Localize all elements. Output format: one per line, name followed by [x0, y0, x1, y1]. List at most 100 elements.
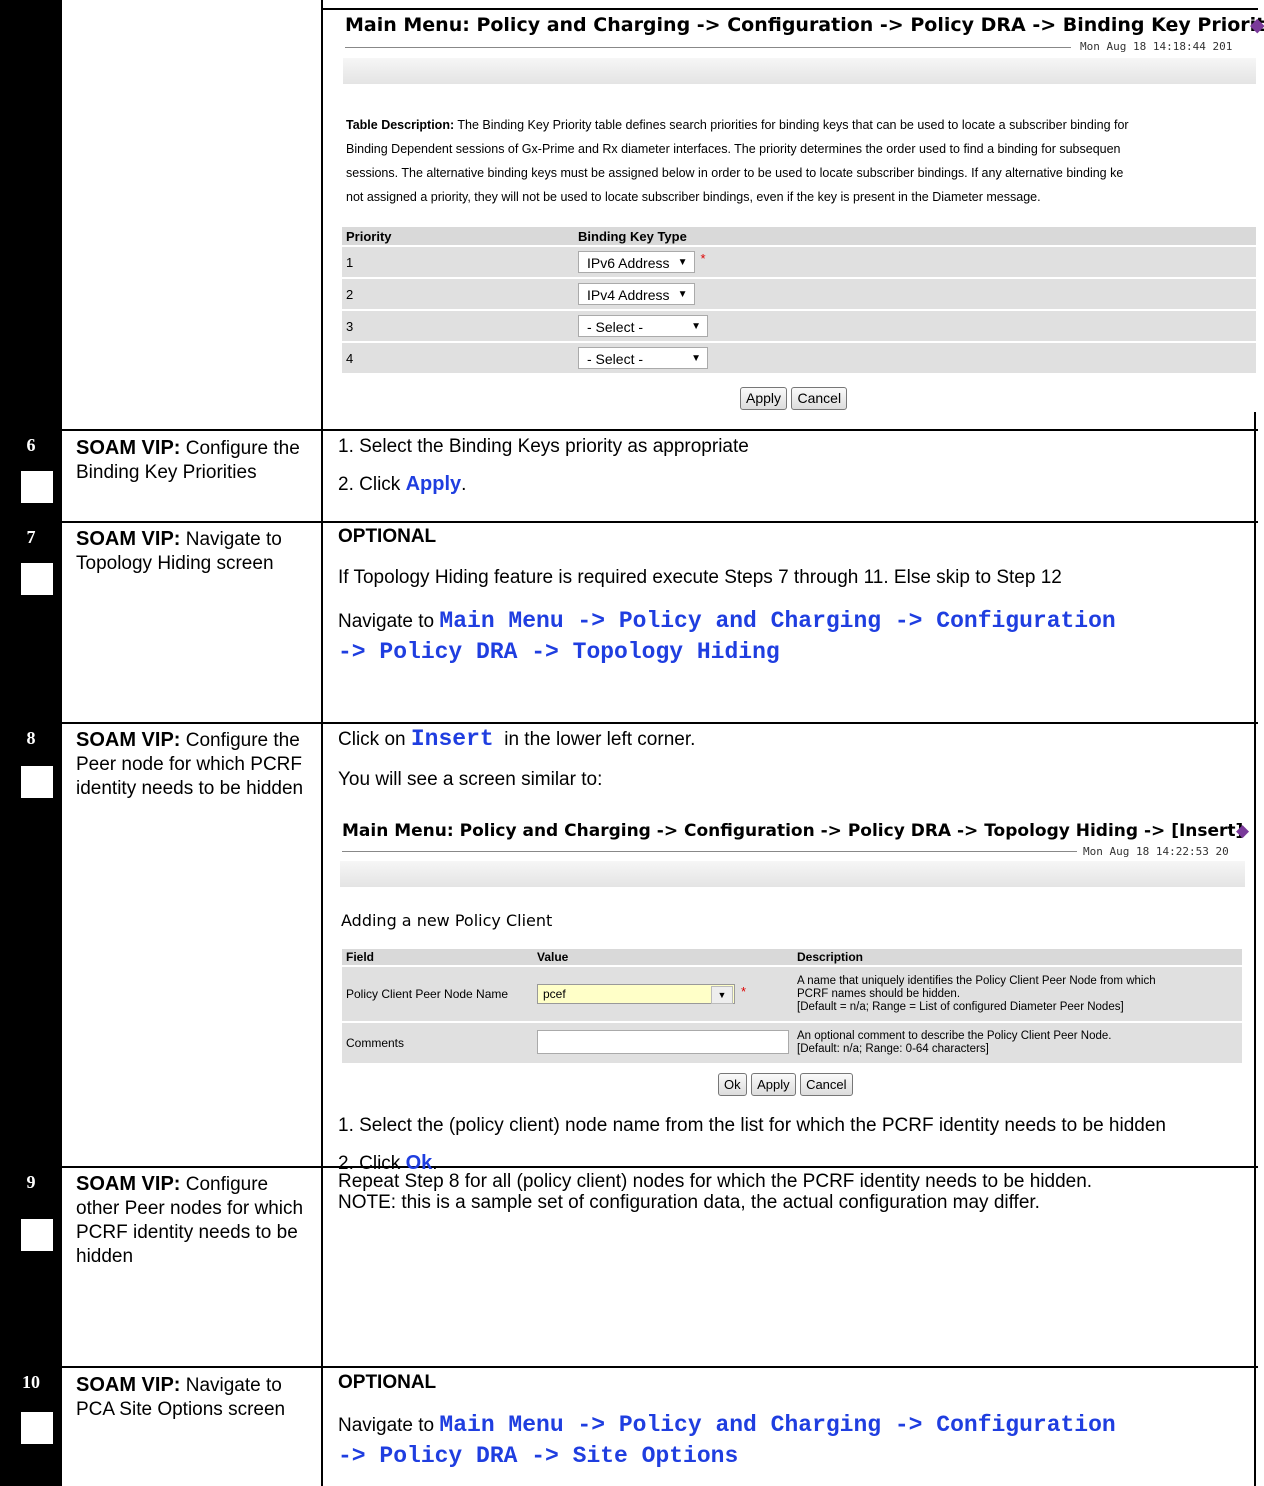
- header-priority: Priority: [342, 227, 574, 245]
- insert-command: Insert: [410, 726, 494, 752]
- step-checkbox[interactable]: [21, 1412, 53, 1444]
- required-marker: *: [741, 984, 747, 999]
- title-rule: [342, 851, 1077, 852]
- chevron-down-icon: ▼: [691, 353, 701, 364]
- navigation-path: Navigate to Main Menu -> Policy and Char…: [338, 1410, 1248, 1472]
- form-heading: Adding a new Policy Client: [341, 911, 553, 930]
- step-label: SOAM VIP: Navigate to Topology Hiding sc…: [76, 527, 306, 576]
- timestamp: Mon Aug 18 14:22:53 20: [1083, 845, 1229, 858]
- select-value: - Select -: [587, 351, 644, 367]
- table-row: Policy Client Peer Node Name pcef ▼ * A na…: [342, 967, 1242, 1021]
- select-value: - Select -: [587, 319, 644, 335]
- instruction-line: Repeat Step 8 for all (policy client) no…: [338, 1171, 1093, 1192]
- description-line: PCRF names should be hidden.: [797, 987, 961, 1000]
- ok-button[interactable]: Ok: [718, 1073, 747, 1096]
- description-label: Table Description:: [346, 118, 455, 132]
- step-label-bold: SOAM VIP:: [76, 1374, 181, 1396]
- peer-node-select[interactable]: pcef ▼: [537, 984, 735, 1004]
- step-label-bold: SOAM VIP:: [76, 528, 181, 550]
- instruction-text: Navigate to: [338, 1415, 440, 1436]
- description-line: [Default = n/a; Range = List of configur…: [797, 1000, 1124, 1013]
- step-label-bold: SOAM VIP:: [76, 729, 181, 751]
- step-checkbox[interactable]: [21, 1219, 53, 1251]
- description-line: An optional comment to describe the Poli…: [797, 1030, 1112, 1042]
- binding-key-select[interactable]: - Select - ▼: [578, 347, 708, 369]
- select-value: IPv4 Address: [587, 287, 670, 303]
- description-line: [Default: n/a; Range: 0-64 characters]: [797, 1043, 989, 1055]
- step-checkbox[interactable]: [21, 766, 53, 798]
- binding-key-select[interactable]: - Select - ▼: [578, 315, 708, 337]
- optional-heading: OPTIONAL: [338, 1372, 437, 1393]
- binding-key-select[interactable]: IPv6 Address ▼: [578, 251, 695, 273]
- table-row: Comments An optional comment to describe…: [342, 1023, 1242, 1063]
- description-line: The Binding Key Priority table defines s…: [454, 118, 1129, 132]
- select-value: IPv6 Address: [587, 255, 670, 271]
- step-content: 1. Select the (policy client) node name …: [338, 1113, 1218, 1215]
- field-label: Policy Client Peer Node Name: [342, 967, 533, 1021]
- priority-cell: 4: [342, 343, 574, 373]
- breadcrumb-title: Main Menu: Policy and Charging -> Config…: [342, 821, 1244, 841]
- step-content: 1. Select the Binding Keys priority as a…: [338, 434, 1248, 497]
- table-row: 3 - Select - ▼: [342, 311, 1256, 341]
- step-checkbox[interactable]: [21, 471, 53, 503]
- cancel-button[interactable]: Cancel: [800, 1073, 853, 1096]
- table-row: 4 - Select - ▼: [342, 343, 1256, 373]
- apply-button[interactable]: Apply: [740, 387, 788, 410]
- priority-cell: 2: [342, 279, 574, 309]
- instruction-line: Click on Insert in the lower left corner…: [338, 727, 1248, 752]
- toolbar-band: [343, 58, 1256, 84]
- navigation-path: Navigate to Main Menu -> Policy and Char…: [338, 606, 1248, 668]
- instruction-text: .: [461, 474, 467, 495]
- binding-key-table: Priority Binding Key Type 1 IPv6 Address…: [342, 225, 1256, 375]
- timestamp: Mon Aug 18 14:18:44 201: [1080, 40, 1233, 53]
- step-label-bold: SOAM VIP:: [76, 1173, 181, 1195]
- step-content: Click on Insert in the lower left corner…: [338, 727, 1248, 792]
- right-border: [1254, 412, 1256, 1486]
- optional-heading: OPTIONAL: [338, 526, 437, 547]
- button-bar: Ok Apply Cancel: [718, 1073, 853, 1096]
- select-value: pcef: [543, 987, 566, 1001]
- button-bar: Apply Cancel: [740, 387, 848, 410]
- description-line: sessions. The alternative binding keys m…: [346, 166, 1124, 180]
- chevron-down-icon: ▼: [677, 289, 688, 300]
- header-binding-key-type: Binding Key Type: [574, 227, 1256, 245]
- step-label: SOAM VIP: Configure the Peer node for wh…: [76, 728, 306, 801]
- step-label-bold: SOAM VIP:: [76, 437, 181, 459]
- step-checkbox[interactable]: [21, 563, 53, 595]
- step-content: Repeat Step 8 for all (policy client) no…: [338, 1169, 1248, 1194]
- instruction-line: 1. Select the (policy client) node name …: [338, 1115, 1166, 1136]
- column-divider: [321, 0, 323, 1486]
- description-line: A name that uniquely identifies the Poli…: [797, 974, 1156, 987]
- priority-cell: 3: [342, 311, 574, 341]
- step-label: SOAM VIP: Configure other Peer nodes for…: [76, 1172, 306, 1269]
- apply-button[interactable]: Apply: [751, 1073, 796, 1096]
- policy-client-form: Field Value Description Policy Client Pe…: [342, 947, 1242, 1065]
- step-number: 7: [26, 527, 36, 547]
- table-description: Table Description: The Binding Key Prior…: [346, 113, 1258, 209]
- nav-path-command: -> Policy DRA -> Site Options: [338, 1443, 739, 1469]
- table-row: 2 IPv4 Address ▼: [342, 279, 1256, 309]
- field-label: Comments: [342, 1023, 533, 1063]
- cancel-button[interactable]: Cancel: [791, 387, 848, 410]
- row-divider: [62, 521, 1258, 523]
- comments-field[interactable]: [537, 1029, 789, 1054]
- chevron-down-icon: ▼: [691, 321, 701, 332]
- instruction-text: Click on: [338, 729, 411, 750]
- header-field: Field: [342, 949, 533, 965]
- instruction-text: in the lower left corner.: [493, 729, 696, 750]
- description-line: Binding Dependent sessions of Gx-Prime a…: [346, 142, 1121, 156]
- step-content: OPTIONAL If Topology Hiding feature is r…: [338, 524, 1248, 668]
- instruction-line: If Topology Hiding feature is required e…: [338, 567, 1062, 588]
- help-icon[interactable]: ◆: [1236, 821, 1249, 841]
- binding-key-select[interactable]: IPv4 Address ▼: [578, 283, 695, 305]
- instruction-text: Navigate to: [338, 611, 440, 632]
- step-number: 6: [26, 435, 36, 455]
- header-value: Value: [533, 949, 793, 965]
- toolbar-band: [340, 861, 1245, 887]
- help-icon[interactable]: ◆: [1250, 14, 1264, 36]
- table-row: 1 IPv6 Address ▼ *: [342, 247, 1256, 277]
- instruction-line: You will see a screen similar to:: [338, 769, 603, 790]
- title-rule: [345, 47, 1071, 48]
- row-divider: [62, 429, 1258, 431]
- priority-cell: 1: [342, 247, 574, 277]
